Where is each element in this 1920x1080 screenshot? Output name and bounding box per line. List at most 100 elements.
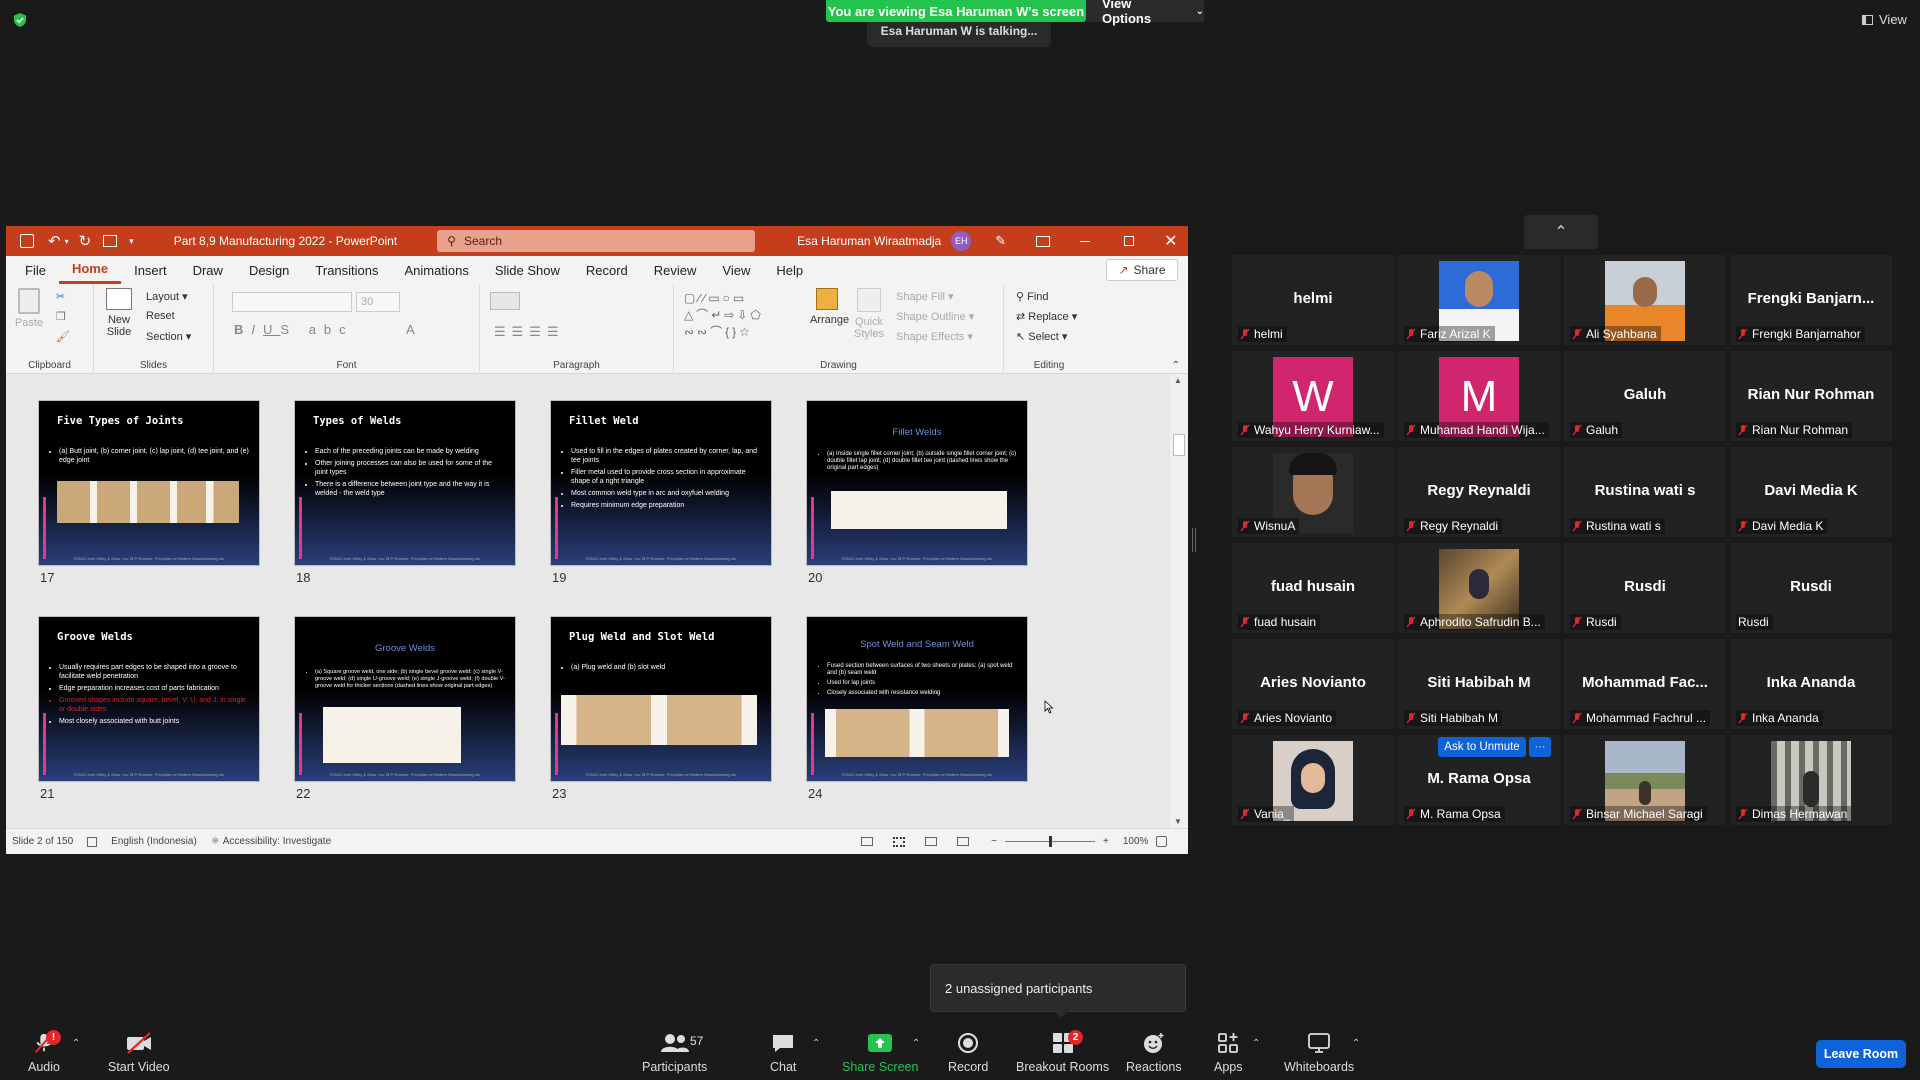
- quick-styles-button[interactable]: Quick Styles: [852, 288, 886, 340]
- participant-tile[interactable]: WisnuA: [1232, 447, 1394, 537]
- participant-tile[interactable]: Fariz Arizal K: [1398, 255, 1560, 345]
- participant-tile[interactable]: Aphrodito Safrudin B...: [1398, 543, 1560, 633]
- maximize-icon[interactable]: [1124, 236, 1135, 246]
- shape-outline-button[interactable]: Shape Outline ▾: [896, 310, 974, 323]
- share-options-caret-icon[interactable]: ⌃: [912, 1038, 920, 1049]
- participant-tile[interactable]: W Wahyu Herry Kurniaw...: [1232, 351, 1394, 441]
- tab-animations[interactable]: Animations: [392, 256, 482, 284]
- breakout-rooms-button[interactable]: Breakout Rooms: [1016, 1032, 1109, 1074]
- participant-tile[interactable]: Rian Nur Rohman Rian Nur Rohman: [1730, 351, 1892, 441]
- tab-home[interactable]: Home: [58, 256, 122, 284]
- tab-slide-show[interactable]: Slide Show: [482, 256, 573, 284]
- present-icon[interactable]: [103, 235, 118, 247]
- tab-insert[interactable]: Insert: [121, 256, 180, 284]
- whiteboards-button[interactable]: Whiteboards: [1284, 1032, 1354, 1074]
- participant-tile[interactable]: Binsar Michael Saragi: [1564, 735, 1726, 825]
- bullets-icon[interactable]: [490, 292, 520, 310]
- start-video-button[interactable]: Start Video: [108, 1032, 170, 1074]
- shape-fill-button[interactable]: Shape Fill ▾: [896, 290, 954, 303]
- copy-icon[interactable]: ❐: [56, 310, 66, 323]
- user-avatar[interactable]: EH: [951, 231, 972, 251]
- participant-tile[interactable]: helmi helmi: [1232, 255, 1394, 345]
- font-color-icon[interactable]: A: [406, 322, 415, 337]
- replace-button[interactable]: ⇄ Replace ▾: [1016, 310, 1077, 323]
- unassigned-participants-popup[interactable]: 2 unassigned participants: [930, 964, 1186, 1012]
- select-button[interactable]: ↖ Select ▾: [1016, 330, 1067, 343]
- slide-thumbnail-23[interactable]: Plug Weld and Slot Weld (a) Plug weld an…: [550, 616, 772, 782]
- collapse-ribbon-icon[interactable]: ⌃: [1172, 360, 1180, 371]
- slide-thumbnail-24[interactable]: Spot Weld and Seam Weld Fused section be…: [806, 616, 1028, 782]
- participant-tile[interactable]: Vania_: [1232, 735, 1394, 825]
- vertical-scrollbar[interactable]: ▲ ▼: [1170, 374, 1188, 828]
- shapes-gallery[interactable]: ▢∕∕▭○▭ △⌒↵⇨⇩⬠ ∾∾⌒{}☆: [684, 290, 802, 346]
- reactions-button[interactable]: Reactions: [1126, 1032, 1182, 1074]
- close-icon[interactable]: ✕: [1164, 231, 1177, 251]
- zoom-slider[interactable]: [1004, 836, 1095, 847]
- participant-tile[interactable]: Mohammad Fac... Mohammad Fachrul ...: [1564, 639, 1726, 729]
- slide-thumbnail-22[interactable]: Groove Welds (a) Square groove weld, one…: [294, 616, 516, 782]
- participant-tile[interactable]: Inka Ananda Inka Ananda: [1730, 639, 1892, 729]
- arrange-button[interactable]: Arrange: [810, 288, 849, 326]
- language-status[interactable]: English (Indonesia): [111, 836, 197, 847]
- reading-view-icon[interactable]: [925, 837, 938, 846]
- tab-help[interactable]: Help: [763, 256, 816, 284]
- font-format-buttons[interactable]: BIUS abc: [234, 322, 354, 337]
- layout-button[interactable]: Layout ▾: [146, 290, 188, 303]
- font-size-input[interactable]: 30: [356, 292, 400, 312]
- align-buttons[interactable]: ☰☰☰☰: [494, 324, 565, 340]
- participant-tile[interactable]: Regy Reynaldi Regy Reynaldi: [1398, 447, 1560, 537]
- view-options-button[interactable]: View Options ⌄: [1086, 0, 1204, 26]
- undo-dropdown-icon[interactable]: ▾: [65, 237, 69, 246]
- participant-tile[interactable]: fuad husain fuad husain: [1232, 543, 1394, 633]
- zoom-level[interactable]: 100%: [1123, 836, 1149, 847]
- participant-tile[interactable]: Dimas Hermawan: [1730, 735, 1892, 825]
- font-name-input[interactable]: [232, 292, 352, 312]
- chat-options-caret-icon[interactable]: ⌃: [812, 1038, 820, 1049]
- ppt-search-box[interactable]: ⚲ Search: [437, 230, 756, 252]
- collapse-gallery-button[interactable]: ⌃: [1524, 215, 1598, 249]
- accessibility-status[interactable]: Accessibility: Investigate: [223, 836, 331, 847]
- redo-icon[interactable]: ↻: [79, 232, 92, 250]
- tab-view[interactable]: View: [709, 256, 763, 284]
- paste-button[interactable]: Paste: [14, 288, 44, 329]
- apps-button[interactable]: Apps: [1214, 1032, 1243, 1074]
- ribbon-display-icon[interactable]: [1036, 235, 1051, 247]
- tab-draw[interactable]: Draw: [180, 256, 236, 284]
- normal-view-icon[interactable]: [861, 837, 874, 846]
- slide-thumbnail-20[interactable]: Fillet Welds (a) Inside single fillet co…: [806, 400, 1028, 566]
- ask-to-unmute-button[interactable]: Ask to Unmute: [1438, 737, 1526, 757]
- format-painter-icon[interactable]: 🖌: [56, 330, 70, 343]
- chat-button[interactable]: Chat: [770, 1032, 796, 1074]
- panel-splitter[interactable]: [1192, 528, 1196, 552]
- zoom-in-icon[interactable]: +: [1103, 836, 1109, 847]
- tab-file[interactable]: File: [12, 256, 59, 284]
- customize-qat-icon[interactable]: ▾: [129, 236, 134, 247]
- record-button[interactable]: Record: [948, 1032, 988, 1074]
- new-slide-button[interactable]: New Slide: [102, 288, 136, 338]
- shape-effects-button[interactable]: Shape Effects ▾: [896, 330, 973, 343]
- participant-tile[interactable]: Galuh Galuh: [1564, 351, 1726, 441]
- more-options-button[interactable]: ···: [1529, 737, 1551, 757]
- share-button[interactable]: ↗ Share: [1106, 259, 1178, 281]
- minimize-icon[interactable]: [1080, 240, 1091, 242]
- share-screen-button[interactable]: Share Screen: [842, 1032, 918, 1074]
- participant-tile[interactable]: Rustina wati s Rustina wati s: [1564, 447, 1726, 537]
- audio-options-caret-icon[interactable]: ⌃: [72, 1038, 80, 1049]
- slide-thumbnail-21[interactable]: Groove Welds Usually requires part edges…: [38, 616, 260, 782]
- save-icon[interactable]: [20, 234, 34, 248]
- participant-tile[interactable]: Rusdi Rusdi: [1564, 543, 1726, 633]
- slide-thumbnail-19[interactable]: Fillet Weld Used to fill in the edges of…: [550, 400, 772, 566]
- tab-transitions[interactable]: Transitions: [302, 256, 391, 284]
- scroll-thumb[interactable]: [1173, 434, 1185, 456]
- whiteboards-options-caret-icon[interactable]: ⌃: [1352, 1038, 1360, 1049]
- cut-icon[interactable]: ✂: [56, 290, 65, 303]
- fit-to-window-icon[interactable]: [1156, 836, 1168, 847]
- slide-thumbnail-17[interactable]: Five Types of Joints (a) Butt joint, (b)…: [38, 400, 260, 566]
- participant-tile[interactable]: M. Rama Opsa M. Rama Opsa Ask to Unmute ·…: [1398, 735, 1560, 825]
- find-button[interactable]: ⚲ Find: [1016, 290, 1049, 303]
- slideshow-view-icon[interactable]: [957, 837, 970, 846]
- undo-icon[interactable]: ↶: [48, 232, 61, 250]
- reset-button[interactable]: Reset: [146, 310, 175, 322]
- participant-tile[interactable]: Rusdi Rusdi: [1730, 543, 1892, 633]
- scroll-down-icon[interactable]: ▼: [1174, 817, 1182, 826]
